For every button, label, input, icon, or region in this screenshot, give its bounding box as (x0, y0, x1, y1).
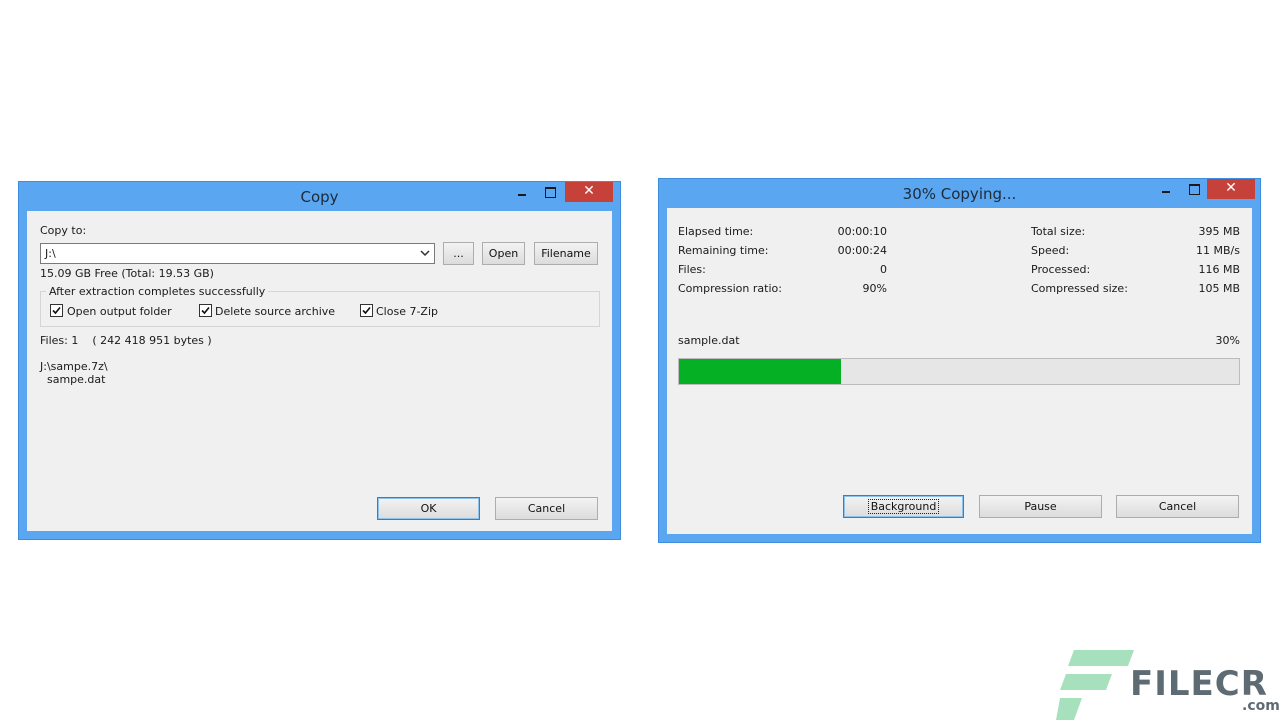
background-button-label: Background (867, 499, 940, 514)
checkmark-icon (52, 306, 61, 315)
destination-path-value: J:\ (45, 247, 56, 260)
archive-file-text: sampe.dat (47, 373, 106, 386)
background-button[interactable]: Background (843, 495, 964, 518)
total-size-label: Total size: (1031, 225, 1086, 238)
progress-bar (678, 358, 1240, 385)
open-button[interactable]: Open (482, 242, 525, 265)
compression-ratio-value: 90% (862, 282, 887, 295)
browse-button[interactable]: ... (443, 242, 474, 265)
files-info-text: Files: 1 ( 242 418 951 bytes ) (40, 334, 212, 347)
minimize-icon[interactable] (1153, 179, 1179, 199)
compressed-size-label: Compressed size: (1031, 282, 1128, 295)
elapsed-time-label: Elapsed time: (678, 225, 754, 238)
speed-label: Speed: (1031, 244, 1070, 257)
delete-source-archive-label[interactable]: Delete source archive (215, 305, 335, 318)
filecr-logo: FILECR .com (1056, 650, 1280, 720)
close-icon[interactable]: ✕ (565, 182, 613, 202)
close-7zip-checkbox[interactable] (360, 304, 373, 317)
checkmark-icon (201, 306, 210, 315)
filecr-logo-suffix: .com (1242, 698, 1280, 714)
progress-dialog: 30% Copying... ✕ Elapsed time: 00:00:10 … (658, 178, 1261, 543)
progress-percent-text: 30% (1215, 334, 1240, 347)
speed-value: 11 MB/s (1196, 244, 1240, 257)
checkmark-icon (362, 306, 371, 315)
copy-dialog-titlebar[interactable]: Copy ✕ (19, 182, 620, 211)
progress-bar-fill (679, 359, 842, 384)
total-size-value: 395 MB (1198, 225, 1240, 238)
compressed-size-value: 105 MB (1198, 282, 1240, 295)
current-file-name: sample.dat (678, 334, 740, 347)
maximize-icon[interactable] (537, 182, 563, 202)
progress-dialog-titlebar[interactable]: 30% Copying... ✕ (659, 179, 1260, 208)
processed-value: 116 MB (1198, 263, 1240, 276)
filename-button[interactable]: Filename (534, 242, 598, 265)
processed-label: Processed: (1031, 263, 1091, 276)
minimize-icon[interactable] (509, 182, 535, 202)
open-output-folder-checkbox[interactable] (50, 304, 63, 317)
remaining-time-label: Remaining time: (678, 244, 769, 257)
archive-path-text: J:\sampe.7z\ (40, 360, 108, 373)
progress-dialog-body: Elapsed time: 00:00:10 Remaining time: 0… (667, 208, 1252, 534)
copy-to-label: Copy to: (40, 224, 87, 237)
compression-ratio-label: Compression ratio: (678, 282, 782, 295)
copy-dialog-body: Copy to: J:\ ... Open Filename 15.09 GB … (27, 211, 612, 531)
copy-dialog: Copy ✕ Copy to: J:\ ... Open Filename 15… (18, 181, 621, 540)
delete-source-archive-checkbox[interactable] (199, 304, 212, 317)
maximize-icon[interactable] (1181, 179, 1207, 199)
ok-button[interactable]: OK (377, 497, 480, 520)
cancel-button[interactable]: Cancel (495, 497, 598, 520)
remaining-time-value: 00:00:24 (837, 244, 887, 257)
free-space-text: 15.09 GB Free (Total: 19.53 GB) (40, 267, 214, 280)
files-value: 0 (880, 263, 887, 276)
close-7zip-label[interactable]: Close 7-Zip (376, 305, 438, 318)
open-output-folder-label[interactable]: Open output folder (67, 305, 172, 318)
cancel-button[interactable]: Cancel (1116, 495, 1239, 518)
elapsed-time-value: 00:00:10 (837, 225, 887, 238)
files-label: Files: (678, 263, 706, 276)
close-icon[interactable]: ✕ (1207, 179, 1255, 199)
filecr-logo-mark (1056, 650, 1134, 720)
pause-button[interactable]: Pause (979, 495, 1102, 518)
after-extraction-group-label: After extraction completes successfully (46, 285, 269, 298)
destination-path-combobox[interactable]: J:\ (40, 243, 435, 264)
chevron-down-icon[interactable] (420, 248, 430, 258)
